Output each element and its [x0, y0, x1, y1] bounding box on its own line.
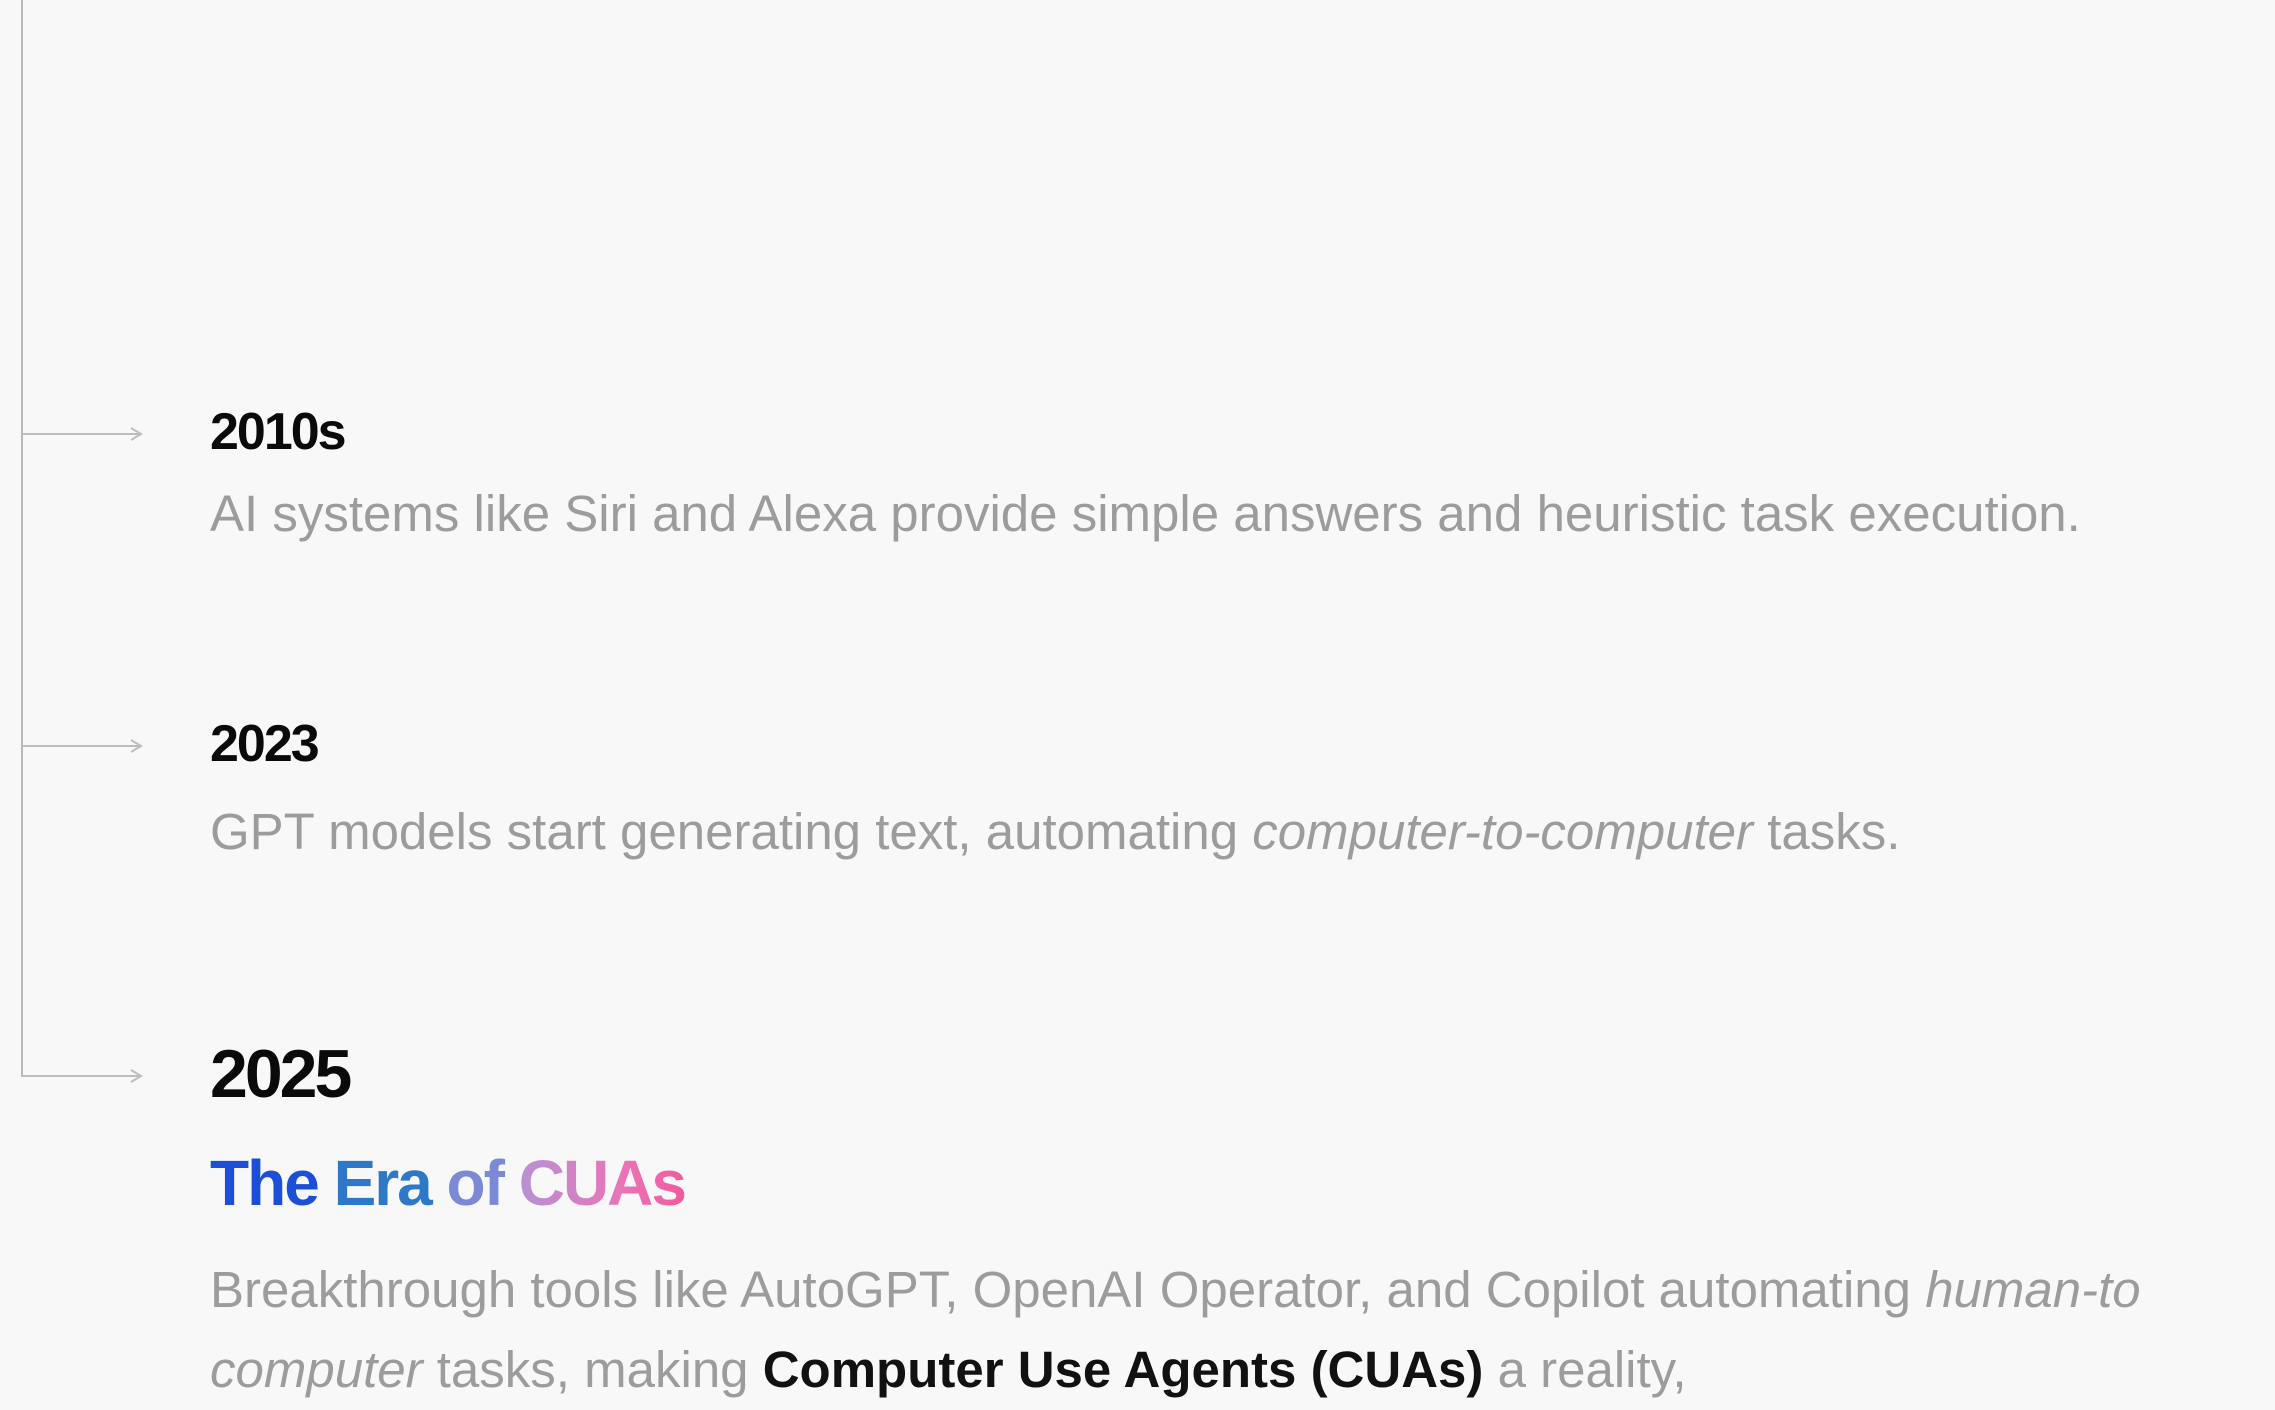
timeline-year-2025: 2025 [210, 1036, 352, 1112]
cua-highlight: Computer Use Agents (CUAs) [762, 1341, 1484, 1398]
era-description-line-2: computer tasks, making Computer Use Agen… [210, 1330, 2275, 1410]
era-headline: The Era of CUAs [210, 1145, 687, 1221]
description-emphasis: human-to [1925, 1261, 2141, 1318]
timeline-year-2023: 2023 [210, 715, 320, 773]
era-description: Breakthrough tools like AutoGPT, OpenAI … [210, 1250, 2275, 1410]
timeline-connector-2023 [21, 739, 143, 753]
timeline-year-2010s: 2010s [210, 403, 347, 461]
headline-word-of: of [446, 1147, 505, 1219]
description-emphasis: computer [210, 1341, 423, 1398]
connector-line [21, 745, 141, 747]
headline-word-cuas: CUAs [518, 1147, 687, 1219]
arrow-right-icon [130, 1069, 143, 1083]
timeline-vertical-line [21, 0, 23, 1076]
era-description-line-1: Breakthrough tools like AutoGPT, OpenAI … [210, 1250, 2275, 1330]
headline-word-era: Era [333, 1147, 433, 1219]
description-emphasis: computer-to-computer [1252, 803, 1754, 860]
description-text: GPT models start generating text, automa… [210, 803, 1253, 860]
description-text: tasks. [1753, 803, 1901, 860]
timeline-connector-2025 [21, 1069, 143, 1083]
description-text: Breakthrough tools like AutoGPT, OpenAI … [210, 1261, 1926, 1318]
arrow-right-icon [130, 427, 143, 441]
headline-word-the: The [210, 1147, 320, 1219]
description-text: a reality, [1483, 1341, 1687, 1398]
description-text: tasks, making [422, 1341, 763, 1398]
arrow-right-icon [130, 739, 143, 753]
connector-line [21, 1075, 141, 1077]
timeline-connector-2010s [21, 427, 143, 441]
connector-line [21, 433, 141, 435]
timeline-description-2023: GPT models start generating text, automa… [210, 802, 1900, 862]
timeline-description-2010s: AI systems like Siri and Alexa provide s… [210, 485, 2081, 542]
